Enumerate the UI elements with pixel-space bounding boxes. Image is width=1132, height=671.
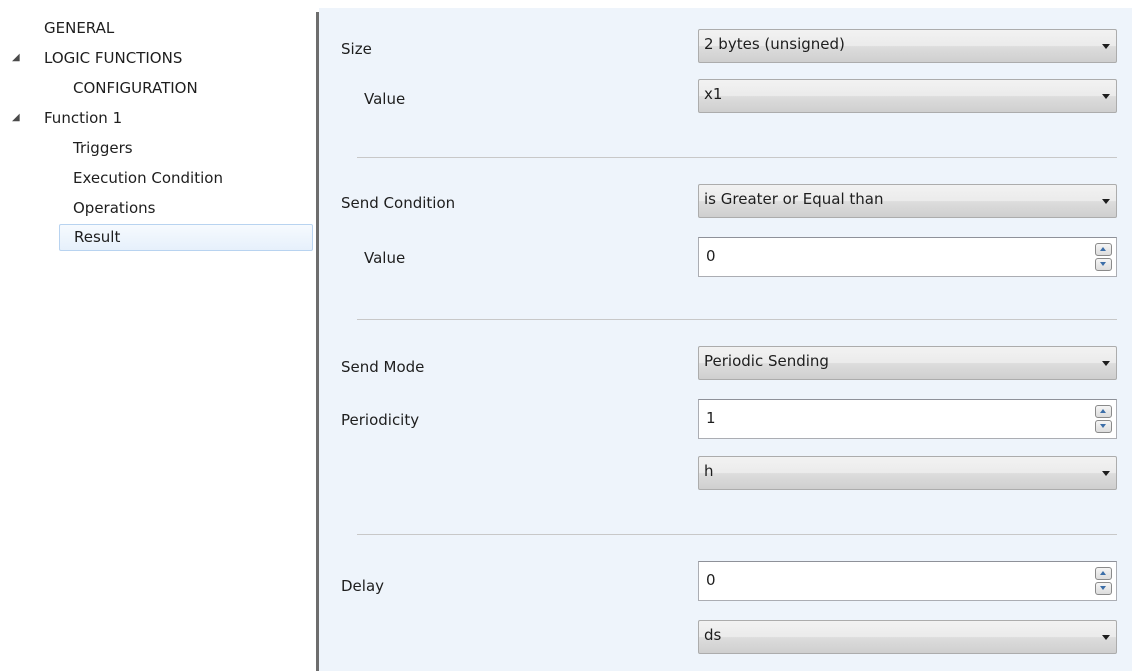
tree-item-label: Function 1 <box>44 109 123 127</box>
tree-item-execution-condition[interactable]: Execution Condition <box>73 166 223 190</box>
parameter-panel: Size 2 bytes (unsigned) Value x1 Send Co… <box>319 8 1132 671</box>
size-value-dropdown[interactable]: x1 <box>698 79 1117 113</box>
chevron-down-icon <box>1102 361 1110 366</box>
delay-label: Delay <box>341 577 385 595</box>
periodicity-spinbox[interactable]: 1 <box>698 399 1117 439</box>
send-condition-dropdown[interactable]: is Greater or Equal than <box>698 184 1117 218</box>
parameter-tree: GENERAL ◢ LOGIC FUNCTIONS CONFIGURATION … <box>0 0 316 671</box>
tree-item-label: GENERAL <box>44 19 115 37</box>
chevron-down-icon <box>1102 199 1110 204</box>
delay-spinbox[interactable]: 0 <box>698 561 1117 601</box>
tree-item-triggers[interactable]: Triggers <box>73 136 133 160</box>
arrow-up-icon <box>1100 247 1106 251</box>
spin-up-button[interactable] <box>1095 405 1112 418</box>
tree-item-configuration[interactable]: CONFIGURATION <box>73 76 198 100</box>
condition-value-spinbox[interactable]: 0 <box>698 237 1117 277</box>
size-dropdown[interactable]: 2 bytes (unsigned) <box>698 29 1117 63</box>
tree-item-label: Triggers <box>73 139 133 157</box>
size-selected-value: 2 bytes (unsigned) <box>704 35 845 53</box>
spin-up-button[interactable] <box>1095 243 1112 256</box>
tree-item-operations[interactable]: Operations <box>73 196 155 220</box>
tree-item-label: CONFIGURATION <box>73 79 198 97</box>
arrow-down-icon <box>1100 424 1106 428</box>
send-mode-selected-value: Periodic Sending <box>704 352 829 370</box>
chevron-down-icon <box>1102 635 1110 640</box>
tree-item-label: Execution Condition <box>73 169 223 187</box>
arrow-down-icon <box>1100 586 1106 590</box>
send-mode-label: Send Mode <box>341 358 425 376</box>
chevron-down-icon <box>1102 471 1110 476</box>
condition-value-label: Value <box>364 249 406 267</box>
tree-item-label: LOGIC FUNCTIONS <box>44 49 183 67</box>
send-mode-dropdown[interactable]: Periodic Sending <box>698 346 1117 380</box>
arrow-down-icon <box>1100 262 1106 266</box>
size-value-selected-value: x1 <box>704 85 723 103</box>
periodicity-label: Periodicity <box>341 411 420 429</box>
tree-item-label: Operations <box>73 199 156 217</box>
send-condition-selected-value: is Greater or Equal than <box>704 190 884 208</box>
tree-item-function-1[interactable]: Function 1 <box>44 106 122 130</box>
arrow-up-icon <box>1100 409 1106 413</box>
condition-value-text: 0 <box>706 247 716 265</box>
section-divider <box>357 534 1117 535</box>
tree-item-general[interactable]: GENERAL <box>44 16 114 40</box>
section-divider <box>357 157 1117 158</box>
chevron-down-icon <box>1102 44 1110 49</box>
size-label: Size <box>341 40 372 58</box>
delay-unit-selected-value: ds <box>704 626 722 644</box>
arrow-up-icon <box>1100 571 1106 575</box>
parameter-window: GENERAL ◢ LOGIC FUNCTIONS CONFIGURATION … <box>0 0 1132 671</box>
expand-arrow-icon[interactable]: ◢ <box>12 106 26 130</box>
periodicity-unit-dropdown[interactable]: h <box>698 456 1117 490</box>
periodicity-unit-selected-value: h <box>704 462 714 480</box>
spin-up-button[interactable] <box>1095 567 1112 580</box>
tree-item-result[interactable]: Result <box>59 224 313 251</box>
chevron-down-icon <box>1102 94 1110 99</box>
tree-item-label: Result <box>74 228 121 246</box>
delay-unit-dropdown[interactable]: ds <box>698 620 1117 654</box>
spin-down-button[interactable] <box>1095 420 1112 433</box>
delay-value-text: 0 <box>706 571 716 589</box>
expand-arrow-icon[interactable]: ◢ <box>12 46 26 70</box>
tree-item-logic-functions[interactable]: LOGIC FUNCTIONS <box>44 46 182 70</box>
spin-down-button[interactable] <box>1095 582 1112 595</box>
spin-down-button[interactable] <box>1095 258 1112 271</box>
send-condition-label: Send Condition <box>341 194 456 212</box>
section-divider <box>357 319 1117 320</box>
periodicity-value-text: 1 <box>706 409 716 427</box>
size-value-label: Value <box>364 90 406 108</box>
